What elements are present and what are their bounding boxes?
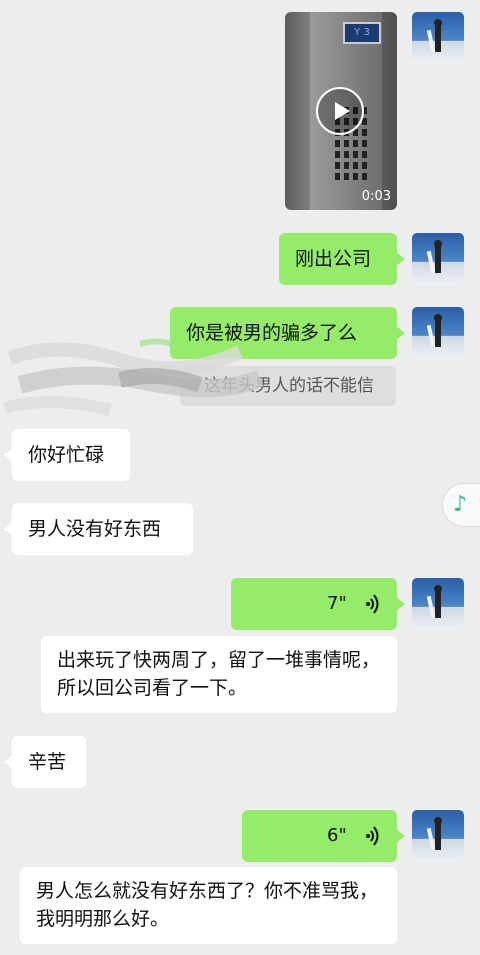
message-bubble[interactable]: 辛苦 (4, 736, 86, 788)
avatar[interactable] (412, 12, 464, 64)
play-icon[interactable] (316, 87, 364, 135)
message-bubble[interactable]: 你好忙碌 (4, 429, 130, 481)
message-bubble[interactable]: 男人没有好东西 (4, 503, 193, 555)
avatar[interactable] (412, 578, 464, 630)
avatar[interactable] (412, 233, 464, 285)
redaction-scribble (3, 338, 264, 416)
message-bubble[interactable]: 男人怎么就没有好东西了？你不准骂我，我明明那么好。 (20, 867, 397, 944)
message-bubble[interactable]: 刚出公司 (279, 233, 405, 285)
message-bubble[interactable]: 出来玩了快两周了，留了一堆事情呢，所以回公司看了一下。 (41, 636, 397, 713)
video-message[interactable]: Y 3 0:03 (285, 12, 397, 210)
music-note-icon[interactable]: ♪ (442, 483, 480, 527)
avatar[interactable] (412, 307, 464, 359)
voice-wave-icon (366, 826, 379, 846)
avatar[interactable] (412, 810, 464, 862)
elevator-display: Y 3 (343, 22, 381, 44)
voice-message[interactable]: 7" (231, 578, 405, 630)
voice-message[interactable]: 6" (242, 810, 405, 862)
voice-wave-icon (366, 594, 379, 614)
video-duration: 0:03 (361, 189, 391, 204)
